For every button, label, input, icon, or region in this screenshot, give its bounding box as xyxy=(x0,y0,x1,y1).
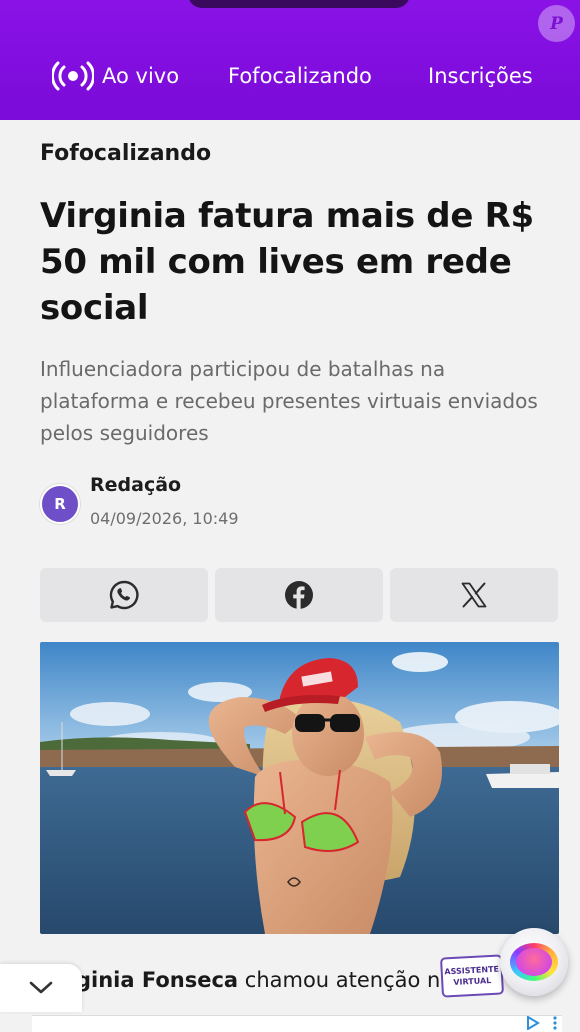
top-nav-bar: P Ao vivo Fofocalizando Inscrições xyxy=(0,0,580,120)
nav-item-label: Fofocalizando xyxy=(228,64,372,88)
article-body-first-line: ginia Fonseca chamou atenção ne xyxy=(76,968,453,992)
chevron-down-icon xyxy=(29,981,53,994)
publish-date: 04/09/2026, 10:49 xyxy=(90,509,239,528)
brand-logo-badge[interactable]: P xyxy=(538,5,575,42)
share-x-button[interactable] xyxy=(390,568,558,622)
author-name[interactable]: Redação xyxy=(90,474,181,496)
device-notch xyxy=(188,0,410,8)
ad-controls xyxy=(526,1016,558,1030)
article-subheadline: Influenciadora participou de batalhas na… xyxy=(40,357,538,445)
article-headline: Virginia fatura mais de R$ 50 mil com li… xyxy=(40,196,534,328)
share-facebook-button[interactable] xyxy=(215,568,383,622)
nav-item-label: Ao vivo xyxy=(102,64,180,88)
whatsapp-icon xyxy=(109,580,139,610)
nav-item-fofocalizando[interactable]: Fofocalizando xyxy=(228,56,372,96)
more-options-icon[interactable] xyxy=(552,1016,558,1030)
body-bold-name: ginia Fonseca xyxy=(76,968,239,992)
bottom-ad-banner[interactable] xyxy=(32,1015,562,1032)
body-text-rest: chamou atenção ne xyxy=(238,968,454,992)
article-section-kicker[interactable]: Fofocalizando xyxy=(40,141,211,166)
x-icon xyxy=(461,582,487,608)
collapse-ad-button[interactable] xyxy=(0,964,82,1012)
live-broadcast-icon xyxy=(52,61,94,91)
main-nav: Ao vivo Fofocalizando Inscrições xyxy=(0,56,580,96)
facebook-icon xyxy=(285,581,313,609)
nav-item-inscricoes[interactable]: Inscrições xyxy=(428,56,533,96)
author-avatar: R xyxy=(40,484,80,524)
nav-item-ao-vivo[interactable]: Ao vivo xyxy=(52,56,179,96)
nav-item-label: Inscrições xyxy=(428,64,533,88)
article-photo-illustration xyxy=(40,642,559,934)
virtual-assistant-button[interactable] xyxy=(500,928,568,996)
virtual-assistant-label[interactable]: ASSISTENTE VIRTUAL xyxy=(439,954,505,998)
ad-choices-icon[interactable] xyxy=(526,1016,544,1030)
assistant-orb-icon xyxy=(510,943,558,981)
share-whatsapp-button[interactable] xyxy=(40,568,208,622)
article-photo[interactable] xyxy=(40,642,559,934)
